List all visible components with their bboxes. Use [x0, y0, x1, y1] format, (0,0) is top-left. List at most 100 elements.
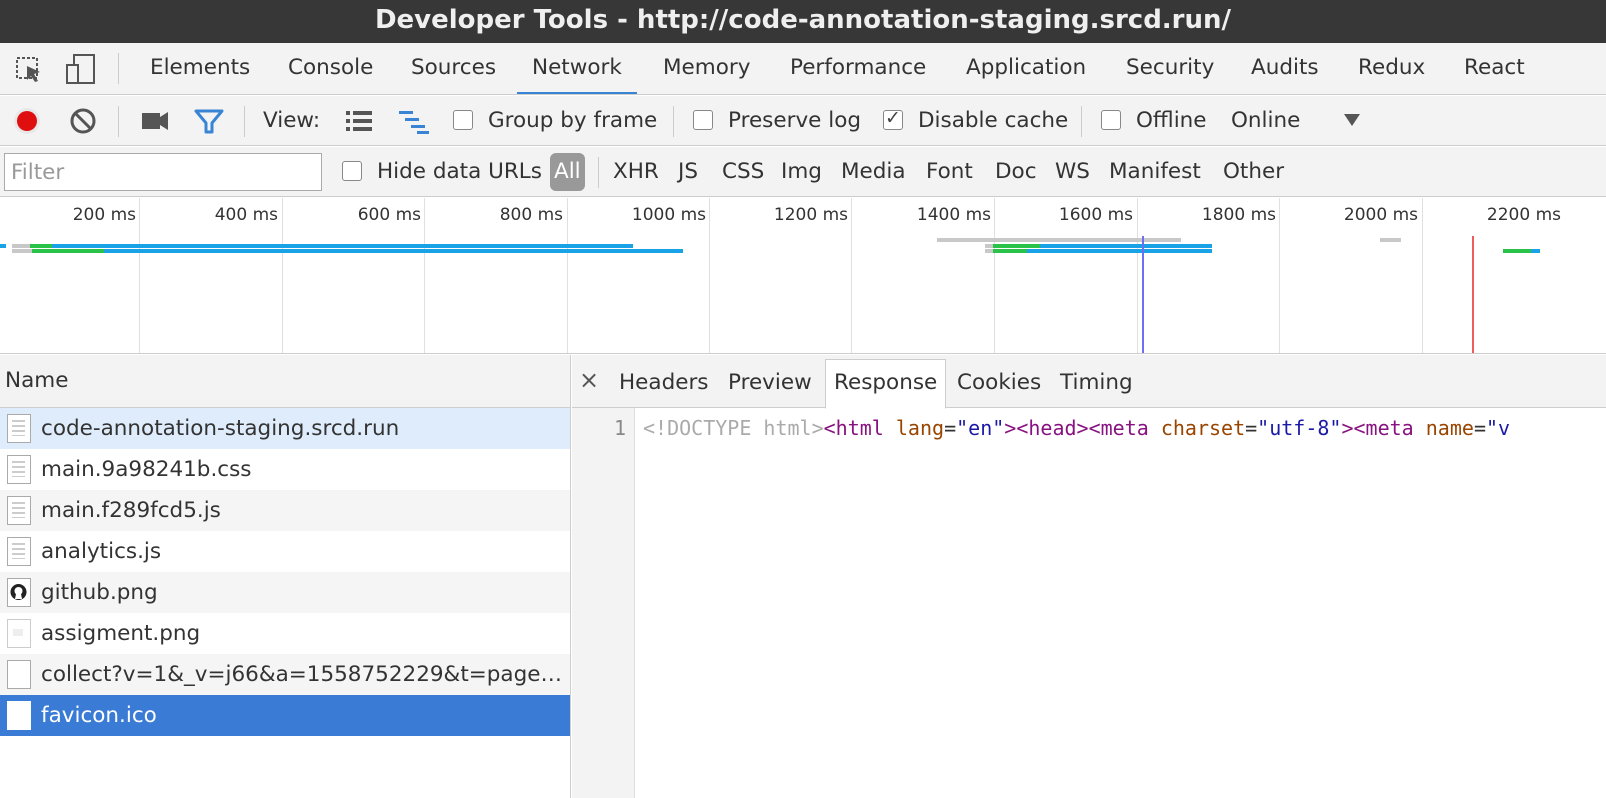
- table-row[interactable]: main.f289fcd5.js: [0, 490, 570, 531]
- grid-line: [567, 198, 568, 353]
- chevron-down-icon[interactable]: [1342, 96, 1362, 145]
- request-detail-panel: × Headers Preview Response Cookies Timin…: [572, 355, 1606, 798]
- group-by-frame-checkbox[interactable]: [453, 110, 473, 130]
- grid-line: [424, 198, 425, 353]
- tab-headers[interactable]: Headers: [619, 355, 709, 408]
- code-tag: ><meta: [1341, 416, 1414, 440]
- code-attr: name: [1425, 416, 1474, 440]
- filter-type-js[interactable]: JS: [678, 147, 698, 196]
- hide-data-urls-checkbox[interactable]: [342, 161, 362, 181]
- offline-label: Offline: [1136, 108, 1207, 133]
- filter-type-all[interactable]: All: [550, 153, 585, 191]
- tab-security[interactable]: Security: [1126, 43, 1214, 94]
- timing-bar: [12, 249, 32, 253]
- tab-redux[interactable]: Redux: [1358, 43, 1425, 94]
- timing-bar: [1027, 249, 1212, 253]
- response-code[interactable]: <!DOCTYPE html><html lang="en"><head><me…: [643, 416, 1510, 440]
- table-row[interactable]: main.9a98241b.css: [0, 449, 570, 490]
- timing-bar: [12, 244, 30, 248]
- tab-network[interactable]: Network: [517, 43, 637, 94]
- tab-console[interactable]: Console: [288, 43, 373, 94]
- filter-type-xhr[interactable]: XHR: [613, 147, 659, 196]
- table-row[interactable]: assigment.png: [0, 613, 570, 654]
- code-value: "utf-8": [1257, 416, 1342, 440]
- table-row[interactable]: github.png: [0, 572, 570, 613]
- table-row[interactable]: collect?v=1&_v=j66&a=1558752229&t=pagevi…: [0, 654, 570, 695]
- camera-icon[interactable]: [140, 96, 170, 145]
- throttling-select[interactable]: Online: [1231, 96, 1300, 145]
- grid-line: [139, 198, 140, 353]
- tab-memory[interactable]: Memory: [663, 43, 750, 94]
- network-toolbar: View: Group by frame Preserve log Disabl…: [0, 96, 1606, 146]
- timing-bar: [985, 249, 993, 253]
- timing-bar: [985, 244, 993, 248]
- inspect-element-icon[interactable]: [14, 43, 44, 94]
- filter-type-font[interactable]: Font: [926, 147, 973, 196]
- timing-bar: [30, 244, 52, 248]
- preserve-log-checkbox[interactable]: [693, 110, 713, 130]
- tab-response[interactable]: Response: [825, 359, 947, 409]
- blank-file-icon: [7, 701, 31, 730]
- filter-type-img[interactable]: Img: [781, 147, 822, 196]
- toolbar-divider: [118, 53, 119, 84]
- toolbar-divider: [1081, 106, 1082, 137]
- device-toolbar-icon[interactable]: [64, 43, 98, 94]
- tick-label: 2000 ms: [1343, 205, 1418, 225]
- request-name: github.png: [41, 580, 158, 605]
- grid-line: [709, 198, 710, 353]
- tab-elements[interactable]: Elements: [150, 43, 250, 94]
- tab-performance[interactable]: Performance: [790, 43, 926, 94]
- grid-line: [1137, 198, 1138, 353]
- toolbar-divider: [673, 106, 674, 137]
- filter-icon[interactable]: [193, 96, 225, 145]
- tab-timing[interactable]: Timing: [1060, 355, 1133, 408]
- request-name: assigment.png: [41, 621, 201, 646]
- clear-icon[interactable]: [68, 96, 98, 145]
- overview-icon[interactable]: [397, 96, 431, 145]
- name-column-header[interactable]: Name: [0, 355, 570, 408]
- tick-label: 2200 ms: [1486, 205, 1561, 225]
- timing-bar: [104, 249, 683, 253]
- image-icon: [7, 619, 31, 648]
- filter-type-media[interactable]: Media: [841, 147, 906, 196]
- window-title: Developer Tools - http://code-annotation…: [0, 0, 1606, 43]
- tick-label: 600 ms: [357, 205, 421, 225]
- large-rows-icon[interactable]: [344, 96, 374, 145]
- tick-label: 1800 ms: [1201, 205, 1276, 225]
- filter-type-doc[interactable]: Doc: [995, 147, 1037, 196]
- github-icon: [7, 578, 31, 607]
- network-overview[interactable]: 200 ms 400 ms 600 ms 800 ms 1000 ms 1200…: [0, 198, 1606, 354]
- tab-audits[interactable]: Audits: [1251, 43, 1319, 94]
- filter-type-css[interactable]: CSS: [722, 147, 764, 196]
- offline-checkbox[interactable]: [1101, 110, 1121, 130]
- tab-application[interactable]: Application: [966, 43, 1086, 94]
- record-button[interactable]: [12, 96, 42, 145]
- document-icon: [7, 496, 31, 525]
- tab-cookies[interactable]: Cookies: [957, 355, 1041, 408]
- tab-preview[interactable]: Preview: [728, 355, 812, 408]
- disable-cache-label: Disable cache: [918, 108, 1069, 133]
- filter-input[interactable]: [4, 153, 322, 191]
- table-row[interactable]: code-annotation-staging.srcd.run: [0, 408, 570, 449]
- timing-bar: [1503, 249, 1531, 253]
- filter-type-other[interactable]: Other: [1223, 147, 1284, 196]
- tab-sources[interactable]: Sources: [411, 43, 496, 94]
- preserve-log-label: Preserve log: [728, 108, 862, 133]
- table-row[interactable]: favicon.ico: [0, 695, 570, 736]
- code-attr: lang: [895, 416, 945, 440]
- hide-data-urls-label: Hide data URLs: [377, 159, 542, 184]
- grid-line: [1279, 198, 1280, 353]
- code-punct: =: [944, 416, 957, 440]
- filter-type-manifest[interactable]: Manifest: [1109, 147, 1201, 196]
- filter-type-ws[interactable]: WS: [1055, 147, 1090, 196]
- grid-line: [282, 198, 283, 353]
- close-icon[interactable]: ×: [579, 355, 599, 408]
- timing-bar: [32, 249, 104, 253]
- grid-line: [1422, 198, 1423, 353]
- code-punct: =: [1245, 416, 1258, 440]
- table-row[interactable]: analytics.js: [0, 531, 570, 572]
- disable-cache-checkbox[interactable]: [883, 107, 903, 130]
- tab-react[interactable]: React: [1464, 43, 1525, 94]
- toolbar-divider: [118, 106, 119, 137]
- panel-tab-bar: Elements Console Sources Network Memory …: [0, 43, 1606, 95]
